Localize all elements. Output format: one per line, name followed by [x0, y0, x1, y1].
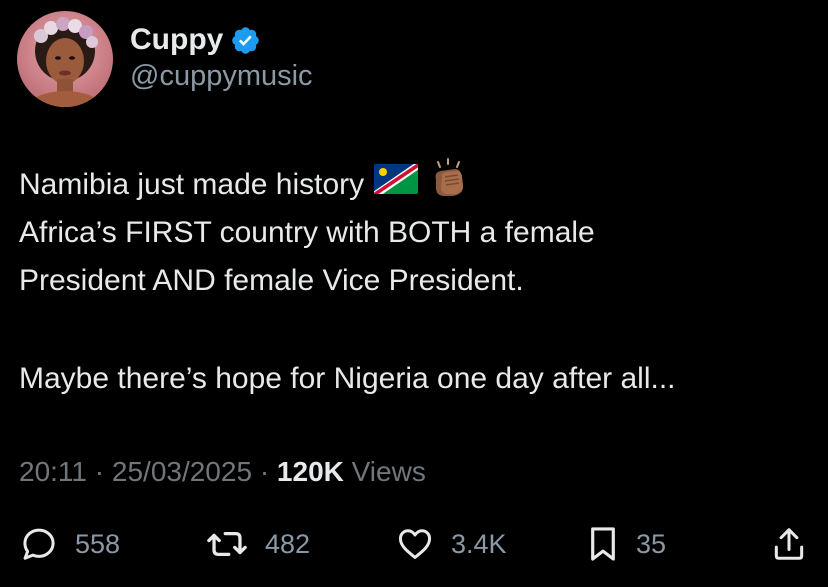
namibia-flag-icon — [374, 161, 419, 209]
views-label: Views — [351, 456, 426, 487]
bookmark-button[interactable]: 35 — [586, 524, 666, 564]
avatar[interactable] — [17, 11, 113, 107]
share-button[interactable] — [770, 524, 808, 564]
views-count[interactable]: 120K — [277, 456, 344, 487]
tweet-date[interactable]: 25/03/2025 — [112, 456, 252, 487]
clapping-hands-icon — [428, 157, 470, 213]
author-name-row: Cuppy — [130, 20, 261, 60]
tweet-line: Namibia just made history — [19, 157, 814, 209]
tweet-meta: 20:11 · 25/03/2025 · 120K Views — [19, 452, 426, 492]
like-button[interactable]: 3.4K — [395, 524, 507, 564]
tweet-line-text: Africa’s FIRST country with BOTH a femal… — [19, 216, 595, 249]
tweet-line: President AND female Vice President. — [19, 257, 814, 305]
tweet-line-text: President AND female Vice President. — [19, 264, 524, 297]
tweet-actions: 558 482 3.4K 35 — [0, 524, 828, 564]
repost-icon — [207, 531, 247, 557]
reply-icon — [23, 528, 55, 560]
reply-count: 558 — [75, 528, 121, 559]
like-count: 3.4K — [451, 528, 507, 559]
bookmark-count: 35 — [636, 528, 667, 559]
author-handle[interactable]: @cuppymusic — [130, 60, 313, 93]
tweet-line-text: Namibia just made history — [19, 168, 365, 201]
tweet-line: Maybe there’s hope for Nigeria one day a… — [19, 355, 814, 403]
repost-count: 482 — [265, 528, 311, 559]
tweet-line: Africa’s FIRST country with BOTH a femal… — [19, 209, 814, 257]
share-icon — [774, 528, 804, 560]
tweet-line-text: Maybe there’s hope for Nigeria one day a… — [19, 362, 676, 395]
tweet-time[interactable]: 20:11 — [19, 456, 87, 487]
repost-button[interactable]: 482 — [205, 524, 310, 564]
tweet-text: Namibia just made history Africa’s FIRST… — [19, 157, 814, 403]
heart-icon — [398, 529, 432, 559]
author-display-name[interactable]: Cuppy — [130, 23, 223, 57]
bookmark-icon — [591, 527, 615, 561]
profile-photo-icon — [17, 11, 113, 107]
verified-badge-icon — [230, 25, 261, 56]
meta-separator: · — [259, 456, 270, 487]
meta-separator: · — [94, 456, 105, 487]
reply-button[interactable]: 558 — [19, 524, 120, 564]
